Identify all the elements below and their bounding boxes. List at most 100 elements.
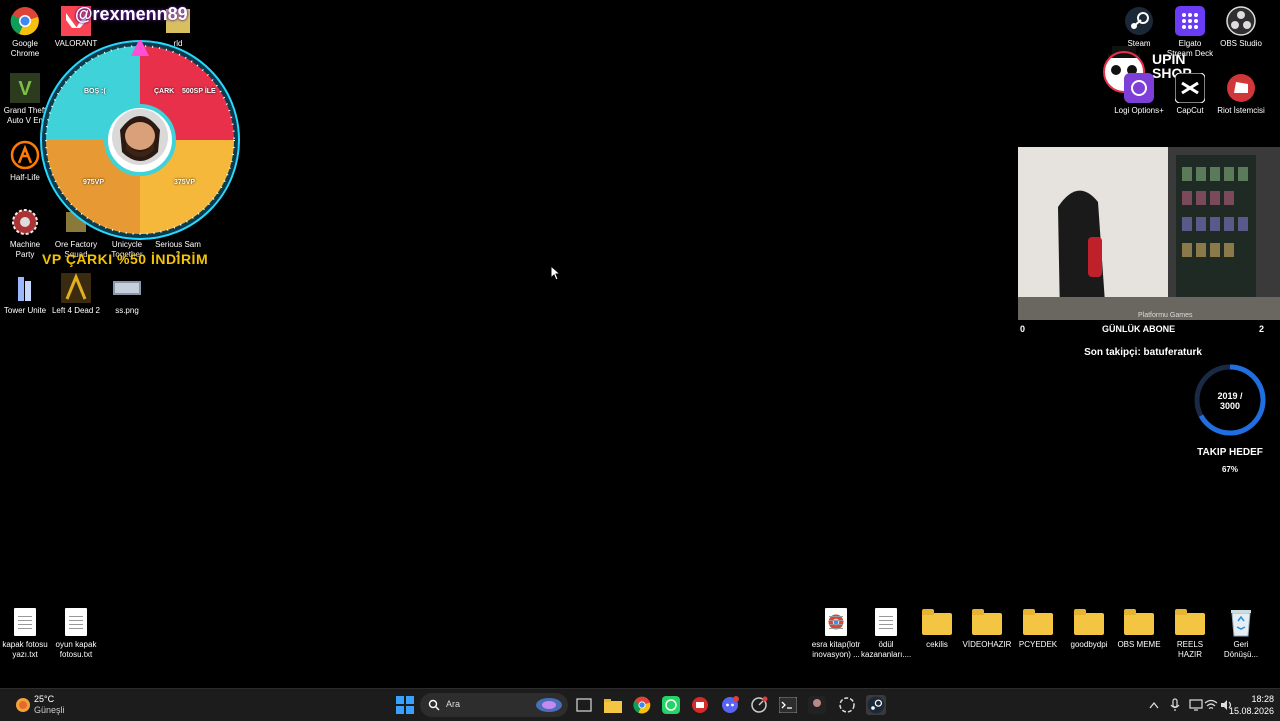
taskbar-discord[interactable] (720, 695, 740, 715)
l4d2-icon (61, 273, 91, 303)
desktop-icon-label: esra kitap(lotr inovasyon) ... (811, 640, 861, 659)
desktop-icon-obs[interactable]: OBS Studio (1216, 6, 1266, 49)
app-red-icon (692, 697, 708, 713)
machine-party-icon (10, 207, 40, 237)
desktop-icon-label: ss.png (115, 306, 139, 315)
clock-time: 18:28 (1251, 694, 1274, 704)
terminal-icon (779, 697, 797, 713)
microphone-icon (1170, 698, 1180, 711)
folder-icon (1124, 607, 1154, 637)
start-button[interactable] (395, 695, 415, 715)
capcut-icon (1175, 73, 1205, 103)
start-icon (396, 696, 414, 714)
halflife-icon (10, 140, 40, 170)
desktop-icon-label: ödül kazananları.... (861, 640, 912, 659)
taskbar-clock[interactable]: 18:28 15.08.2026 (1222, 693, 1274, 717)
follow-goal-title: TAKIP HEDEF (1197, 447, 1263, 458)
chrome-icon (10, 6, 40, 36)
file-explorer-icon (604, 698, 622, 713)
desktop-folder-obs-meme[interactable]: OBS MEME (1114, 607, 1164, 650)
chevron-up-icon (1149, 701, 1159, 709)
desktop-recycle-bin[interactable]: Geri Dönüşü... (1216, 607, 1266, 660)
weather-desc: Güneşli (34, 705, 65, 715)
tray-microphone[interactable] (1165, 695, 1185, 715)
desktop-icon-steam[interactable]: Steam (1114, 6, 1164, 49)
image-icon (112, 273, 142, 303)
taskbar-whatsapp[interactable] (661, 695, 681, 715)
logi-icon (1124, 73, 1154, 103)
folder-icon (1175, 607, 1205, 637)
desktop-folder-cekilis[interactable]: cekilis (912, 607, 962, 650)
daily-subs-min: 0 (1020, 324, 1026, 334)
desktop-icon-tower-unite[interactable]: Tower Unite (0, 273, 50, 316)
tray-overflow-button[interactable] (1144, 695, 1164, 715)
folder-icon (1023, 607, 1053, 637)
taskbar-steam[interactable] (866, 695, 886, 715)
desktop-icon-label: OBS Studio (1220, 39, 1262, 48)
task-view-button[interactable] (574, 695, 594, 715)
desktop-icon-logi[interactable]: Logi Options+ (1114, 73, 1164, 116)
taskbar-file-explorer[interactable] (603, 695, 623, 715)
folder-icon (922, 607, 952, 637)
desktop-folder-reels-hazir[interactable]: REELS HAZIR (1165, 607, 1215, 660)
desktop-icon-label: CapCut (1176, 106, 1204, 115)
desktop-icon-label: kapak fotosu yazı.txt (2, 640, 48, 659)
webcam-feed: Platformu Games (1018, 147, 1280, 320)
wheel-label-375vp: 375VP (174, 179, 196, 186)
task-view-icon (576, 698, 592, 712)
app-avatar-icon (808, 696, 826, 714)
desktop-icon-ss-png[interactable]: ss.png (102, 273, 152, 316)
text-file-icon (871, 607, 901, 637)
weather-widget[interactable]: 25°C Güneşli (12, 692, 92, 718)
taskbar-search[interactable]: Ara (420, 693, 568, 717)
taskbar-app-avatar[interactable] (807, 695, 827, 715)
wheel-label-cark: ÇARK (154, 88, 175, 95)
taskbar-app-red[interactable] (690, 695, 710, 715)
last-follower: Son takipçi: batuferaturk (1084, 347, 1202, 358)
desktop-icon-label: OBS MEME (1117, 640, 1161, 649)
desktop-icon-label: VİDEOHAZIR (962, 640, 1012, 649)
desktop-icon-label: cekilis (926, 640, 948, 649)
desktop-folder-pcyedek[interactable]: PCYEDEK (1013, 607, 1063, 650)
taskbar-chatgpt[interactable] (837, 695, 857, 715)
obs-icon (1226, 6, 1256, 36)
taskbar-app-speed[interactable] (749, 695, 769, 715)
chrome-icon (633, 696, 651, 714)
tower-unite-icon (10, 273, 40, 303)
chrome-shortcut-icon (821, 607, 851, 637)
desktop-icon-capcut[interactable]: CapCut (1165, 73, 1215, 116)
prize-wheel (40, 40, 240, 240)
wheel-label-500sp: 500SP İLE (182, 88, 216, 95)
folder-icon (1074, 607, 1104, 637)
wheel-label-empty: BOŞ :( (84, 88, 106, 95)
desktop-icon-riot[interactable]: Riot İstemcisi (1216, 73, 1266, 116)
desktop-file-kapak-yazi[interactable]: kapak fotosu yazı.txt (0, 607, 50, 660)
taskbar-terminal[interactable] (778, 695, 798, 715)
desktop-icon-label: Riot İstemcisi (1217, 106, 1265, 115)
desktop-icon-label: Logi Options+ (1114, 106, 1164, 115)
desktop-item-odul[interactable]: ödül kazananları.... (861, 607, 911, 660)
steam-icon (1124, 6, 1154, 36)
stream-deck-icon (1175, 6, 1205, 36)
taskbar: 25°C Güneşli Ara 18:28 15.08.2026 (0, 688, 1280, 721)
desktop-item-esra-kitap[interactable]: esra kitap(lotr inovasyon) ... (811, 607, 861, 660)
search-highlight-icon (536, 698, 562, 712)
app-speed-icon (751, 696, 768, 713)
text-file-icon (61, 607, 91, 637)
gta-icon: V (10, 73, 40, 103)
desktop-icon-l4d2[interactable]: Left 4 Dead 2 (51, 273, 101, 316)
desktop-folder-videohazir[interactable]: VİDEOHAZIR (962, 607, 1012, 650)
desktop-folder-goodbydpi[interactable]: goodbydpi (1064, 607, 1114, 650)
desktop-icon-label: goodbydpi (1070, 640, 1108, 649)
desktop-icon-label: Geri Dönüşü... (1223, 640, 1259, 659)
follow-goal-percent: 67% (1221, 465, 1238, 474)
desktop-icon-label: REELS HAZIR (1176, 640, 1204, 659)
steam-icon (867, 696, 885, 714)
desktop-file-oyun-kapak[interactable]: oyun kapak fotosu.txt (51, 607, 101, 660)
weather-sun-icon (16, 698, 30, 712)
svg-text:V: V (18, 78, 32, 100)
mouse-cursor-icon (550, 265, 562, 281)
daily-subs-title: GÜNLÜK ABONE (1102, 324, 1176, 334)
taskbar-chrome[interactable] (632, 695, 652, 715)
weather-temp: 25°C (34, 694, 55, 704)
